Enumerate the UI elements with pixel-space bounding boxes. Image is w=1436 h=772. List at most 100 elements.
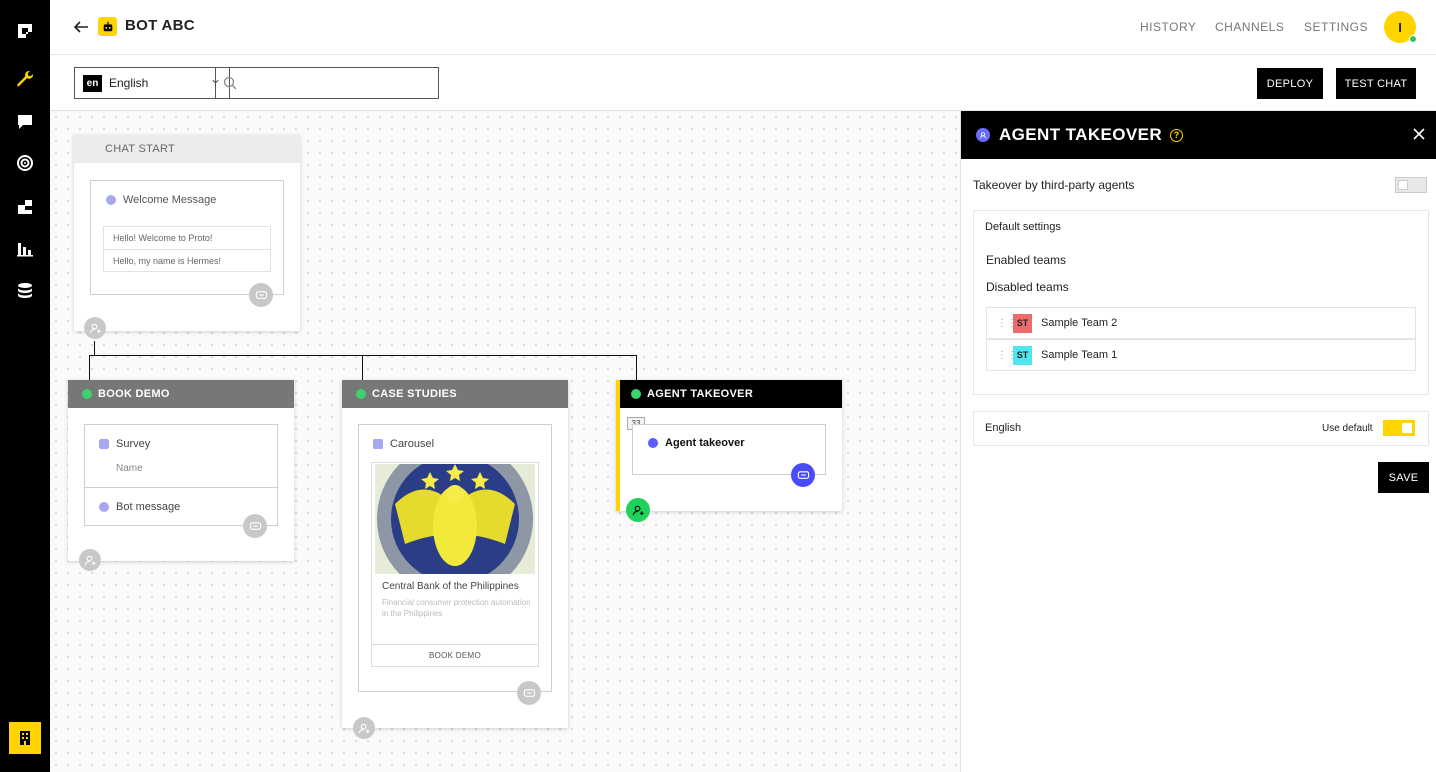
back-arrow-icon[interactable] [70,16,92,38]
online-status-dot [1409,35,1417,43]
add-response-icon[interactable] [243,514,267,538]
connector-line [89,355,90,380]
agent-takeover-card[interactable]: Agent takeover [632,424,826,487]
language-setting-row: English Use default [973,411,1429,446]
nav-settings[interactable]: SETTINGS [1304,20,1368,34]
analytics-icon[interactable] [13,237,37,261]
save-button[interactable]: SAVE [1378,462,1429,493]
carousel-book-demo-button[interactable]: BOOK DEMO [372,644,538,666]
language-select-value: English [109,76,149,90]
add-node-icon[interactable] [79,549,101,571]
database-icon[interactable] [13,279,37,303]
test-chat-button[interactable]: TEST CHAT [1336,68,1416,99]
search-icon [223,76,237,90]
carousel-label: Carousel [373,438,434,450]
welcome-message-label: Welcome Message [106,194,216,206]
book-demo-card[interactable]: Survey Name Bot message [84,424,278,538]
bot-title: BOT ABC [125,17,195,34]
drag-handle-icon[interactable]: ⋮⋮ [997,318,1017,328]
use-default-label: Use default [1322,423,1373,434]
enabled-teams-label: Enabled teams [986,253,1067,267]
avatar-initial: I [1398,19,1402,35]
language-code-badge: en [83,74,102,92]
message-item: Hello, my name is Hermes! [113,256,222,266]
connector-line [362,355,363,380]
avatar[interactable]: I [1384,11,1417,43]
language-label: English [985,422,1022,434]
drag-handle-icon[interactable]: ⋮⋮ [997,350,1017,360]
connector-line [94,341,95,355]
add-response-icon[interactable] [791,463,815,487]
message-icon [99,502,109,512]
team-name: Sample Team 2 [1041,317,1118,329]
carousel-item-title: Central Bank of the Philippines [382,581,519,592]
wrench-icon[interactable] [13,67,37,91]
team-badge: ST [1013,345,1032,365]
bot-message-label: Bot message [99,501,180,513]
target-icon[interactable] [13,151,37,175]
agent-takeover-header: AGENT TAKEOVER [620,380,842,408]
third-party-toggle[interactable] [1395,177,1427,193]
top-bar: BOT ABC HISTORY CHANNELS SETTINGS I [50,0,1436,55]
carousel-card[interactable]: Carousel Central Bank of the Philippines… [358,424,552,705]
divider [85,487,277,488]
agent-icon [976,128,990,142]
default-settings-box: Default settings Enabled teams Disabled … [973,210,1429,395]
team-row[interactable]: ⋮⋮ ST Sample Team 2 [986,307,1416,339]
team-badge: ST [1013,313,1032,333]
add-response-icon[interactable] [249,283,273,307]
flow-canvas[interactable]: CHAT START Welcome Message Hello! Welcom… [50,111,960,772]
add-response-icon[interactable] [517,681,541,705]
toolbar: en English DEPLOY TEST CHAT [50,55,1436,111]
disabled-teams-label: Disabled teams [986,280,1069,294]
third-party-label: Takeover by third-party agents [973,178,1135,192]
survey-label: Survey [99,438,150,450]
team-row[interactable]: ⋮⋮ ST Sample Team 1 [986,339,1416,371]
central-bank-seal-image [375,464,535,574]
message-item: Hello! Welcome to Proto! [104,227,270,250]
case-studies-node[interactable]: CASE STUDIES Carousel Central Bank of th… [342,380,568,739]
add-node-icon[interactable] [353,717,375,739]
use-default-toggle[interactable] [1383,420,1415,436]
help-icon[interactable]: ? [1170,128,1184,142]
default-settings-label: Default settings [985,221,1061,233]
connector-line [636,355,637,380]
team-name: Sample Team 1 [1041,349,1118,361]
whatsapp-icon [356,389,366,399]
carousel-icon [373,439,383,449]
carousel-item-subtitle: Financial consumer protection automation… [382,598,531,618]
deploy-button[interactable]: DEPLOY [1257,68,1323,99]
message-icon [106,195,116,205]
agent-takeover-panel: AGENT TAKEOVER ? Takeover by third-party… [960,111,1436,772]
whatsapp-icon [82,389,92,399]
chat-start-header: CHAT START [74,135,300,163]
nav-history[interactable]: HISTORY [1140,20,1196,34]
add-node-icon[interactable] [84,317,106,339]
flow-blocks-icon[interactable] [13,195,37,219]
chat-start-node[interactable]: CHAT START Welcome Message Hello! Welcom… [74,135,300,339]
whatsapp-icon [631,389,641,399]
search-box [215,67,439,99]
agent-takeover-node[interactable]: AGENT TAKEOVER 33 Agent takeover [616,380,842,522]
bot-icon [98,17,117,36]
chat-icon[interactable] [13,110,37,134]
panel-header: AGENT TAKEOVER ? [961,111,1436,159]
proto-logo-icon[interactable] [13,19,37,43]
agent-icon [648,438,658,448]
book-demo-header: BOOK DEMO [68,380,294,408]
organization-icon[interactable] [9,722,41,754]
close-icon[interactable] [1412,127,1426,141]
panel-title: AGENT TAKEOVER [999,125,1163,144]
agent-takeover-label: Agent takeover [648,437,744,449]
language-select[interactable]: en English [74,67,230,99]
book-demo-node[interactable]: BOOK DEMO Survey Name Bot message [68,380,294,571]
add-node-icon[interactable] [626,498,650,522]
survey-icon [99,439,109,449]
carousel-item[interactable]: Central Bank of the Philippines Financia… [371,462,539,667]
nav-channels[interactable]: CHANNELS [1215,20,1284,34]
search-input[interactable] [244,73,430,93]
survey-field: Name [116,463,143,474]
left-nav [0,0,50,772]
welcome-message-card[interactable]: Welcome Message Hello! Welcome to Proto!… [90,180,284,307]
message-list: Hello! Welcome to Proto! Hello, my name … [103,226,271,272]
